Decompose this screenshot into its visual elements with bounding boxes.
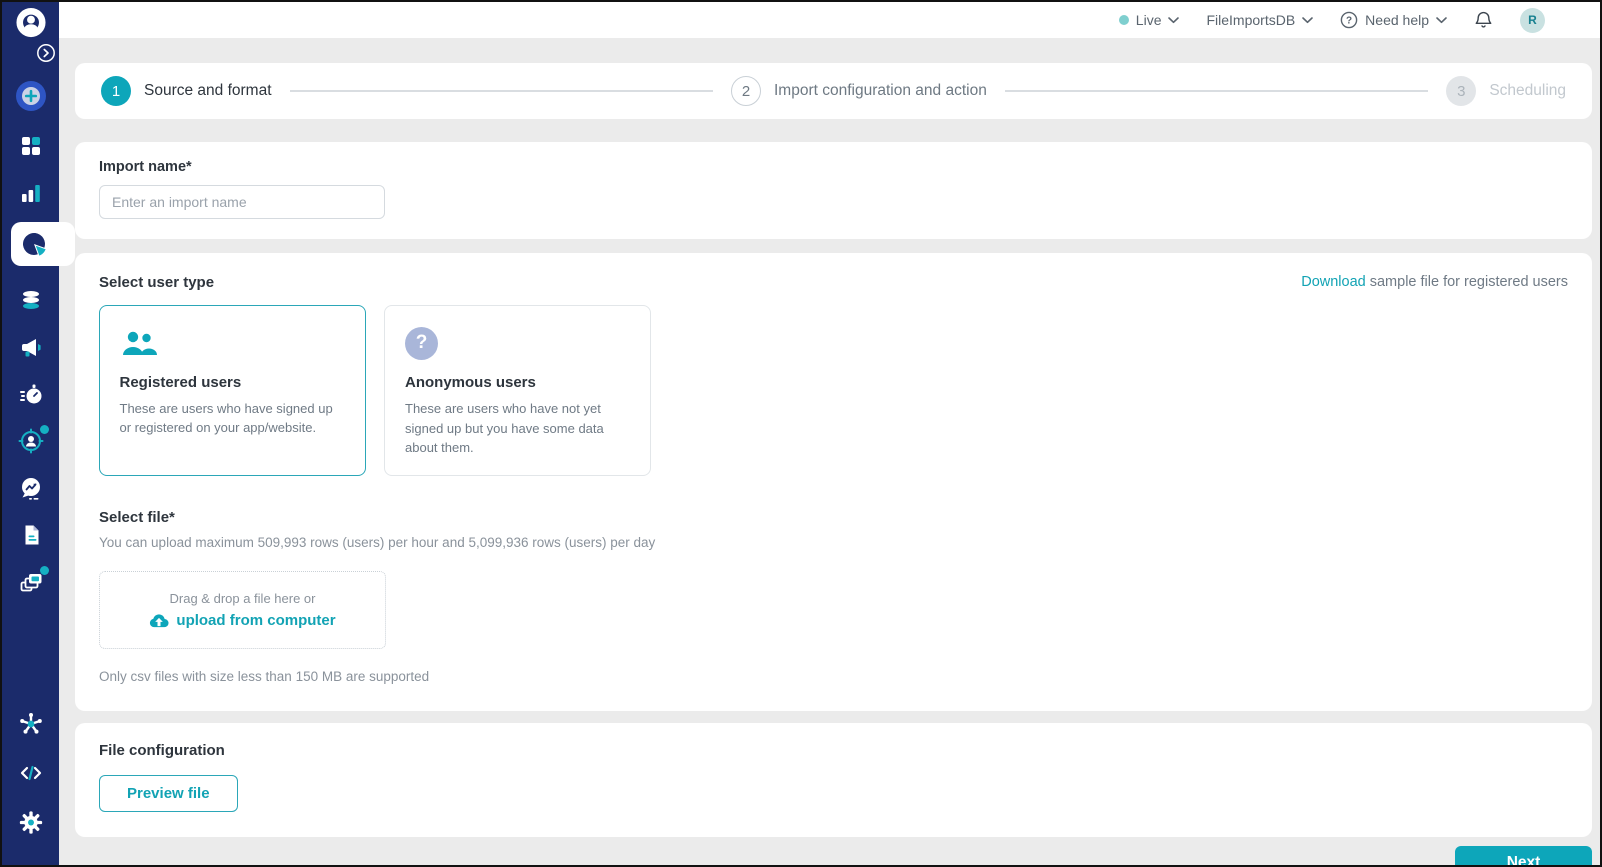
sidebar (2, 2, 75, 865)
avatar-initial: R (1528, 13, 1537, 27)
environment-selector[interactable]: Live (1118, 12, 1180, 28)
sidebar-bottom-group (18, 711, 44, 835)
live-status-dot (1118, 15, 1129, 25)
user-type-card-anonymous[interactable]: ? Anonymous users These are users who ha… (384, 305, 651, 476)
workspace-label: FileImportsDB (1206, 12, 1296, 28)
user-type-description: These are users who have not yet signed … (405, 401, 604, 455)
sidebar-item-developer-code[interactable] (18, 760, 44, 786)
step-import-configuration: 2 Import configuration and action (731, 76, 987, 106)
create-button[interactable] (15, 80, 47, 112)
step-label: Scheduling (1489, 82, 1567, 99)
file-configuration-card: File configuration Preview file (75, 722, 1592, 837)
file-configuration-heading: File configuration (99, 741, 225, 759)
upload-from-computer-link[interactable]: upload from computer (149, 612, 336, 629)
environment-label: Live (1135, 12, 1162, 28)
sidebar-item-insights[interactable] (18, 475, 44, 501)
sidebar-item-audience[interactable] (18, 425, 49, 454)
sidebar-item-campaigns[interactable] (18, 334, 44, 360)
download-sample-link[interactable]: Download (1301, 274, 1366, 290)
step-label: Import configuration and action (774, 82, 987, 99)
source-card: Select user type Download sample file fo… (75, 253, 1592, 711)
moengage-logo-icon[interactable] (15, 8, 46, 38)
sidebar-item-data-stack[interactable] (18, 287, 44, 313)
import-name-label: Import name* (99, 159, 192, 175)
file-dropzone[interactable]: Drag & drop a file here or upload from c… (99, 570, 386, 649)
help-label: Need help (1365, 12, 1429, 28)
select-file-heading: Select file* (99, 508, 175, 526)
help-circle-icon: ? (1340, 11, 1358, 29)
workspace-selector[interactable]: FileImportsDB (1206, 12, 1313, 28)
preview-file-button[interactable]: Preview file (99, 774, 238, 812)
sample-file-line: Download sample file for registered user… (1301, 274, 1568, 290)
question-mark-icon: ? (405, 326, 438, 360)
stepper-connector (289, 90, 713, 92)
select-user-type-heading: Select user type (99, 274, 215, 291)
step-source-and-format: 1 Source and format (101, 76, 272, 106)
step-label: Source and format (144, 82, 272, 99)
topbar: Live FileImportsDB ? Need help R (59, 2, 1600, 38)
cloud-upload-icon (150, 613, 169, 627)
sidebar-expand-button[interactable] (35, 42, 57, 64)
avatar[interactable]: R (1520, 7, 1545, 33)
stepper-connector (1004, 90, 1429, 92)
import-stepper: 1 Source and format 2 Import configurati… (75, 63, 1592, 119)
sidebar-item-documents[interactable] (18, 522, 44, 548)
page-content: 1 Source and format 2 Import configurati… (59, 38, 1600, 865)
user-type-card-registered[interactable]: Registered users These are users who hav… (99, 305, 366, 476)
two-users-icon (122, 331, 157, 355)
svg-text:?: ? (1346, 16, 1352, 27)
sidebar-item-dashboard[interactable] (18, 133, 44, 159)
notifications-bell-icon[interactable] (1474, 10, 1493, 30)
step-number: 1 (101, 76, 131, 106)
user-type-description: These are users who have signed up or re… (119, 400, 333, 436)
sample-file-text: sample file for registered users (1365, 274, 1568, 290)
import-name-input[interactable] (99, 185, 385, 219)
import-name-card: Import name* (75, 142, 1592, 239)
app-window: Live FileImportsDB ? Need help R 1 Sourc… (0, 0, 1602, 867)
step-scheduling: 3 Scheduling (1446, 76, 1566, 106)
main-area: Live FileImportsDB ? Need help R 1 Sourc… (59, 2, 1600, 865)
sidebar-item-timer[interactable] (18, 381, 44, 407)
notification-dot (39, 425, 49, 434)
chevron-down-icon (1436, 16, 1447, 23)
sidebar-item-windows-stack[interactable] (18, 566, 49, 595)
segments-pie-icon (21, 231, 48, 258)
help-menu[interactable]: ? Need help (1340, 11, 1447, 29)
user-type-title: Anonymous users (405, 374, 536, 391)
chevron-down-icon (1302, 16, 1313, 23)
user-type-title: Registered users (119, 373, 242, 391)
footer-bar: Next (75, 845, 1592, 865)
upload-limit-note: You can upload maximum 509,993 rows (use… (99, 534, 656, 550)
notification-dot (39, 566, 49, 575)
next-button[interactable]: Next (1455, 845, 1592, 865)
sidebar-item-integrations[interactable] (18, 711, 44, 737)
sidebar-item-analytics[interactable] (18, 180, 44, 206)
file-support-note: Only csv files with size less than 150 M… (99, 668, 430, 684)
chevron-down-icon (1168, 16, 1180, 23)
dropzone-text: Drag & drop a file here or (169, 590, 316, 606)
sidebar-item-segments-active[interactable] (11, 222, 75, 266)
step-number: 3 (1446, 76, 1477, 106)
step-number: 2 (731, 76, 761, 106)
sidebar-item-settings[interactable] (18, 809, 44, 835)
